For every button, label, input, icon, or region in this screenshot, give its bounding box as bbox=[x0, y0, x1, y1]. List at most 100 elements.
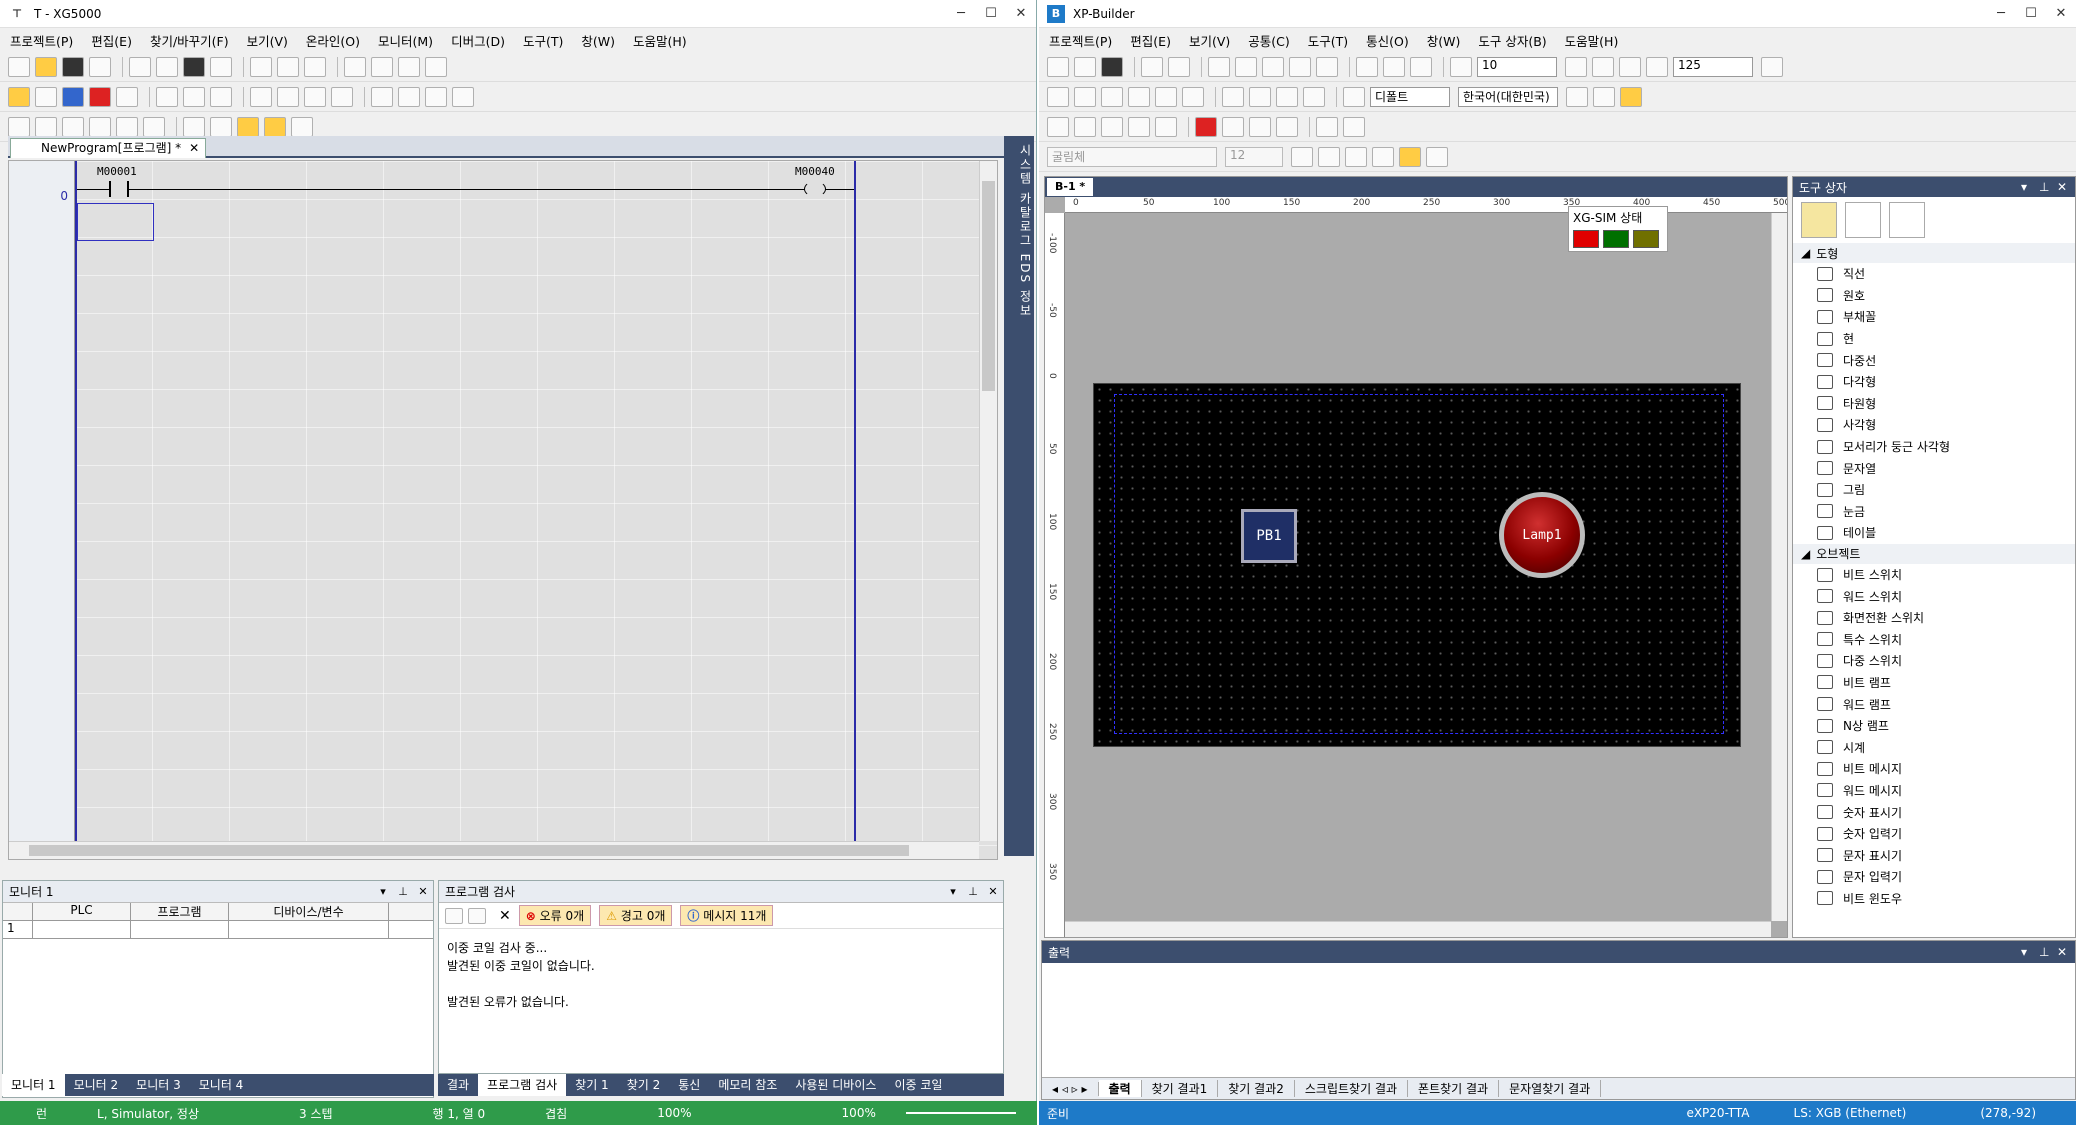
logging-icon[interactable] bbox=[1128, 116, 1150, 137]
col-plc[interactable]: PLC bbox=[33, 903, 131, 920]
minimize-icon[interactable]: ─ bbox=[1986, 6, 2016, 21]
object-tool[interactable]: 비트 램프 bbox=[1793, 672, 2075, 694]
menu-edit[interactable]: 편집(E) bbox=[1130, 31, 1171, 50]
delete-icon[interactable] bbox=[304, 56, 326, 77]
copy-icon[interactable] bbox=[156, 56, 178, 77]
minimize-icon[interactable]: ─ bbox=[946, 6, 976, 21]
shape-tool[interactable]: 다각형 bbox=[1793, 371, 2075, 393]
menu-view[interactable]: 보기(V) bbox=[1189, 31, 1230, 50]
close-icon[interactable]: ✕ bbox=[983, 885, 1003, 898]
editor-vscrollbar[interactable] bbox=[1771, 213, 1787, 921]
menu-view[interactable]: 보기(V) bbox=[247, 31, 288, 50]
first-page-icon[interactable] bbox=[1316, 116, 1338, 137]
tab-find-result-1[interactable]: 찾기 결과1 bbox=[1142, 1080, 1219, 1097]
close-icon[interactable]: ✕ bbox=[413, 885, 433, 898]
object-tool[interactable]: 시계 bbox=[1793, 736, 2075, 758]
send-back-icon[interactable] bbox=[1303, 86, 1325, 107]
close-icon[interactable]: ✕ bbox=[2057, 945, 2075, 959]
object-tool[interactable]: 워드 램프 bbox=[1793, 693, 2075, 715]
text-tool-icon[interactable] bbox=[1620, 86, 1642, 107]
warning-filter-button[interactable]: ⚠ 경고 0개 bbox=[599, 905, 673, 926]
align-top-icon[interactable] bbox=[1128, 86, 1150, 107]
trend-icon[interactable] bbox=[277, 86, 299, 107]
print-icon[interactable] bbox=[89, 56, 111, 77]
col-program[interactable]: 프로그램 bbox=[131, 903, 229, 920]
screen-icon[interactable] bbox=[1383, 56, 1405, 77]
tab-script-find[interactable]: 스크립트찾기 결과 bbox=[1295, 1080, 1409, 1097]
text-table-icon[interactable] bbox=[1343, 86, 1365, 107]
function-icon[interactable] bbox=[452, 86, 474, 107]
menu-project[interactable]: 프로젝트(P) bbox=[1049, 31, 1112, 50]
ladder-editor[interactable]: 0 M00001 M00040 bbox=[8, 160, 998, 860]
alarm-icon[interactable] bbox=[1101, 116, 1123, 137]
select-pointer-icon[interactable] bbox=[1801, 202, 1837, 238]
bring-front-icon[interactable] bbox=[1276, 86, 1298, 107]
label-icon[interactable] bbox=[210, 116, 232, 137]
object-tool[interactable]: 다중 스위치 bbox=[1793, 650, 2075, 672]
zoom-in-icon[interactable] bbox=[1619, 56, 1641, 77]
pin-icon[interactable]: ⊥ bbox=[963, 885, 983, 898]
snap-icon[interactable] bbox=[1565, 56, 1587, 77]
object-tool[interactable]: 문자 표시기 bbox=[1793, 844, 2075, 866]
shape-tool[interactable]: 직선 bbox=[1793, 263, 2075, 285]
bold-icon[interactable] bbox=[1291, 146, 1313, 167]
tab-output[interactable]: 출력 bbox=[1098, 1080, 1142, 1097]
side-panel-tabs[interactable]: 시스템 카탈로그 EDS 정보 bbox=[1004, 136, 1034, 856]
toolbox-view-icon[interactable] bbox=[1845, 202, 1881, 238]
ladder-vscrollbar[interactable] bbox=[979, 161, 997, 841]
instruction-icon[interactable] bbox=[183, 116, 205, 137]
device-icon[interactable] bbox=[304, 86, 326, 107]
find-icon[interactable] bbox=[1356, 56, 1378, 77]
menu-tools[interactable]: 도구(T) bbox=[1308, 31, 1348, 50]
zoom-select[interactable]: 125 bbox=[1673, 56, 1753, 77]
write-icon[interactable] bbox=[156, 86, 178, 107]
system-icon[interactable] bbox=[331, 86, 353, 107]
recipe-icon[interactable] bbox=[1155, 116, 1177, 137]
align-text-center-icon[interactable] bbox=[1399, 146, 1421, 167]
close-icon[interactable]: ✕ bbox=[1006, 6, 1036, 21]
comment-icon[interactable] bbox=[210, 56, 232, 77]
dropdown-icon[interactable]: ▾ bbox=[2021, 945, 2039, 959]
hand-icon[interactable] bbox=[1592, 56, 1614, 77]
undo-icon[interactable] bbox=[1141, 56, 1163, 77]
text-color-icon[interactable] bbox=[1426, 146, 1448, 167]
group-shapes[interactable]: ◢ 도형 bbox=[1793, 243, 2075, 263]
maximize-icon[interactable]: ☐ bbox=[976, 6, 1006, 21]
ungroup-icon[interactable] bbox=[1316, 56, 1338, 77]
font-size-select[interactable]: 12 bbox=[1225, 146, 1283, 167]
menu-online[interactable]: 온라인(O) bbox=[306, 31, 360, 50]
pin-icon[interactable]: ⊥ bbox=[393, 885, 413, 898]
object-tool[interactable]: 워드 스위치 bbox=[1793, 585, 2075, 607]
add-object-icon[interactable] bbox=[1889, 202, 1925, 238]
cut-icon[interactable] bbox=[129, 56, 151, 77]
object-tool[interactable]: 비트 메시지 bbox=[1793, 758, 2075, 780]
print-icon[interactable] bbox=[1410, 56, 1432, 77]
window-list-icon[interactable] bbox=[1074, 116, 1096, 137]
shape-tool[interactable]: 부채꼴 bbox=[1793, 306, 2075, 328]
shape-tool[interactable]: 현 bbox=[1793, 328, 2075, 350]
esc-icon[interactable] bbox=[8, 116, 30, 137]
dropdown-icon[interactable]: ▾ bbox=[943, 885, 963, 898]
object-tool[interactable]: 비트 윈도우 bbox=[1793, 888, 2075, 910]
menu-help[interactable]: 도움말(H) bbox=[633, 31, 687, 50]
underline-icon[interactable] bbox=[1345, 146, 1367, 167]
object-tool[interactable]: 특수 스위치 bbox=[1793, 629, 2075, 651]
tab-double-coil[interactable]: 이중 코일 bbox=[885, 1074, 951, 1096]
zoom-out-icon[interactable] bbox=[1646, 56, 1668, 77]
align-bottom-icon[interactable] bbox=[1182, 86, 1204, 107]
contact-nc-icon[interactable] bbox=[398, 86, 420, 107]
tab-memory-ref[interactable]: 메모리 참조 bbox=[709, 1074, 786, 1096]
grid-size-select[interactable]: 10 bbox=[1477, 56, 1557, 77]
object-tool[interactable]: 숫자 입력기 bbox=[1793, 823, 2075, 845]
menu-window[interactable]: 창(W) bbox=[581, 31, 615, 50]
f5-line-icon[interactable] bbox=[89, 116, 111, 137]
open-folder-icon[interactable] bbox=[1074, 56, 1096, 77]
col-device[interactable]: 디바이스/변수 bbox=[229, 903, 389, 920]
editor-hscrollbar[interactable] bbox=[1065, 921, 1771, 937]
paste-icon[interactable] bbox=[1262, 56, 1284, 77]
pin-icon[interactable]: ⊥ bbox=[2039, 180, 2057, 194]
tab-newprogram[interactable]: NewProgram[프로그램] * ✕ bbox=[10, 138, 207, 158]
f3-contact-icon[interactable] bbox=[35, 116, 57, 137]
tab-monitor-1[interactable]: 모니터 1 bbox=[2, 1074, 65, 1096]
tab-find-2[interactable]: 찾기 2 bbox=[618, 1074, 670, 1096]
